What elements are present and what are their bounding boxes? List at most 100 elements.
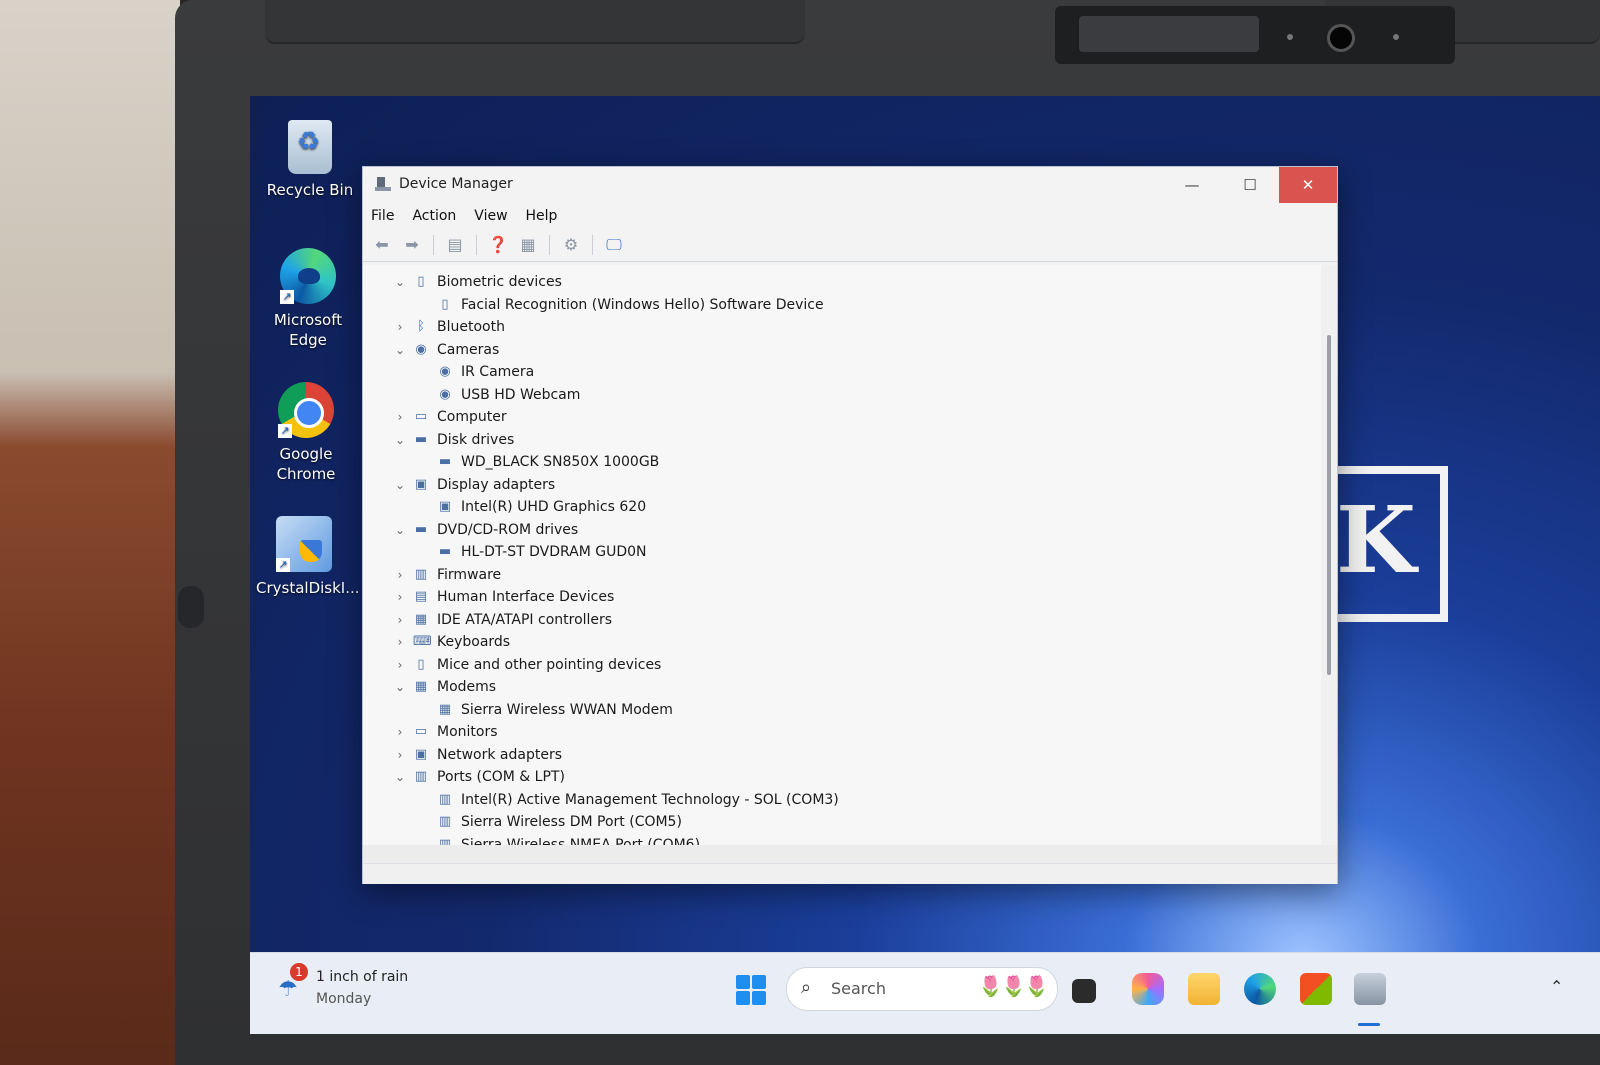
maximize-button[interactable]: ☐: [1221, 167, 1279, 203]
ide-icon: ▦: [414, 611, 428, 627]
tree-label: Intel(R) Active Management Technology - …: [461, 791, 839, 808]
device-manager-icon[interactable]: [1354, 973, 1386, 1005]
tree-device[interactable]: ▬ HL-DT-ST DVDRAM GUD0N: [433, 541, 647, 563]
close-button[interactable]: ✕: [1279, 167, 1337, 203]
biometric-icon: ▯: [417, 274, 425, 289]
store-icon[interactable]: [1300, 973, 1332, 1005]
chevron-down-icon[interactable]: ⌄: [391, 523, 409, 537]
menu-view[interactable]: View: [474, 208, 507, 224]
start-button[interactable]: [736, 975, 766, 1005]
menu-help[interactable]: Help: [526, 208, 558, 224]
weather-badge: 1: [290, 963, 308, 981]
tree-category[interactable]: ⌄ ▬ DVD/CD-ROM drives: [391, 519, 578, 541]
search-box[interactable]: ⌕ Search 🌷🌷🌷: [786, 967, 1058, 1011]
tree-label: Modems: [437, 679, 497, 695]
chevron-right-icon[interactable]: ›: [391, 725, 409, 739]
scrollbar-thumb[interactable]: [1327, 335, 1331, 675]
tulips-icon: 🌷🌷🌷: [978, 974, 1049, 998]
monitor-icon[interactable]: 🖵: [601, 233, 627, 257]
display-adapter-icon: ▣: [414, 476, 428, 492]
tree-device[interactable]: ▥ Sierra Wireless NMEA Port (COM6): [433, 834, 700, 846]
chevron-right-icon[interactable]: ›: [391, 613, 409, 627]
chevron-down-icon[interactable]: ⌄: [391, 433, 409, 447]
windows-logo-icon: [752, 991, 766, 1005]
task-view-icon[interactable]: [1072, 979, 1096, 1003]
tree-device[interactable]: ▥ Sierra Wireless DM Port (COM5): [433, 811, 682, 833]
tree-device[interactable]: ▯ Facial Recognition (Windows Hello) Soft…: [433, 294, 824, 316]
menu-file[interactable]: File: [371, 208, 394, 224]
desktop-icon-recycle-bin[interactable]: Recycle Bin: [262, 120, 358, 200]
disk-icon: ▬: [438, 454, 452, 469]
tree-label: WD_BLACK SN850X 1000GB: [461, 454, 660, 470]
tree-device[interactable]: ▥ Intel(R) Active Management Technology -…: [433, 789, 839, 811]
bezel-latch: [265, 0, 805, 44]
tree-category[interactable]: › ▣ Network adapters: [391, 744, 562, 766]
tree-category[interactable]: › ▦ IDE ATA/ATAPI controllers: [391, 609, 613, 631]
background-room: [0, 0, 180, 1065]
tree-label: Facial Recognition (Windows Hello) Softw…: [461, 296, 824, 313]
tree-category[interactable]: ⌄ ▥ Ports (COM & LPT): [391, 766, 565, 788]
tree-label: Disk drives: [437, 431, 515, 448]
tree-category[interactable]: › ▤ Human Interface Devices: [391, 586, 615, 608]
tree-category[interactable]: › ▯ Mice and other pointing devices: [391, 654, 662, 676]
tree-label: IDE ATA/ATAPI controllers: [437, 611, 613, 628]
edge-icon[interactable]: [1244, 973, 1276, 1005]
tree-category[interactable]: › ⌨ Keyboards: [391, 631, 511, 653]
chevron-down-icon[interactable]: ⌄: [391, 478, 409, 492]
tree-label: DVD/CD-ROM drives: [437, 521, 579, 538]
desktop-icon-edge[interactable]: ↗ Microsoft Edge: [260, 248, 356, 350]
shortcut-arrow-icon: ↗: [278, 424, 292, 438]
tree-category[interactable]: › ▭ Computer: [391, 406, 507, 428]
weather-text[interactable]: 1 inch of rain: [316, 969, 408, 985]
copilot-icon[interactable]: [1132, 973, 1164, 1005]
tree-category[interactable]: ⌄ ▦ Modems: [391, 676, 496, 698]
monitor-icon: ▭: [414, 724, 428, 739]
menu-action[interactable]: Action: [412, 208, 456, 224]
tree-label: HL-DT-ST DVDRAM GUD0N: [461, 544, 647, 560]
help-icon[interactable]: ❓: [485, 233, 511, 257]
weather-day[interactable]: Monday: [316, 991, 371, 1007]
tree-device[interactable]: ◉ USB HD Webcam: [433, 384, 580, 406]
minimize-button[interactable]: —: [1163, 167, 1221, 203]
chevron-right-icon[interactable]: ›: [391, 635, 409, 649]
chevron-down-icon[interactable]: ⌄: [391, 770, 409, 784]
tree-category[interactable]: ⌄ ▬ Disk drives: [391, 429, 514, 451]
chevron-down-icon[interactable]: ⌄: [391, 275, 409, 289]
tree-device[interactable]: ▣ Intel(R) UHD Graphics 620: [433, 496, 646, 518]
chevron-right-icon[interactable]: ›: [391, 410, 409, 424]
tree-category[interactable]: › ᛒ Bluetooth: [391, 316, 505, 338]
chevron-right-icon[interactable]: ›: [391, 568, 409, 582]
tree-category[interactable]: ⌄ ◉ Cameras: [391, 339, 499, 361]
tree-device[interactable]: ◉ IR Camera: [433, 361, 534, 383]
properties-icon[interactable]: ▤: [442, 233, 468, 257]
tree-device[interactable]: ▬ WD_BLACK SN850X 1000GB: [433, 451, 659, 473]
chevron-up-icon[interactable]: ⌃: [1550, 977, 1563, 996]
chevron-down-icon[interactable]: ⌄: [391, 343, 409, 357]
desktop-icon-chrome[interactable]: ↗ Google Chrome: [258, 382, 354, 484]
device-tree[interactable]: ⌄ ▯ Biometric devices ▯ Facial Recognition (…: [363, 265, 1321, 845]
dvd-icon: ▬: [414, 521, 428, 537]
desktop-icon-crystaldiskinfo[interactable]: ↗ CrystalDiskI...: [256, 516, 360, 598]
taskbar: ☂ 1 1 inch of rain Monday ⌕ Search 🌷🌷🌷 ⌃: [250, 952, 1600, 1034]
shortcut-arrow-icon: ↗: [280, 290, 294, 304]
tree-label: Sierra Wireless NMEA Port (COM6): [461, 836, 701, 846]
file-explorer-icon[interactable]: [1188, 973, 1220, 1005]
show-hidden-icon[interactable]: ▦: [515, 233, 541, 257]
vertical-scrollbar[interactable]: [1321, 265, 1337, 845]
chevron-right-icon[interactable]: ›: [391, 658, 409, 672]
scan-hardware-icon[interactable]: ⚙: [558, 233, 584, 257]
forward-arrow-icon[interactable]: ➡: [399, 233, 425, 257]
chevron-right-icon[interactable]: ›: [391, 320, 409, 334]
chevron-right-icon[interactable]: ›: [391, 748, 409, 762]
tree-category[interactable]: › ▥ Firmware: [391, 564, 502, 586]
title-bar[interactable]: Device Manager — ☐ ✕: [363, 167, 1337, 203]
back-arrow-icon[interactable]: ⬅: [369, 233, 395, 257]
tree-category[interactable]: › ▭ Monitors: [391, 721, 498, 743]
tree-category[interactable]: ⌄ ▯ Biometric devices: [391, 271, 562, 293]
camera-icon: ◉: [439, 386, 451, 402]
tree-category[interactable]: ⌄ ▣ Display adapters: [391, 474, 555, 496]
chevron-down-icon[interactable]: ⌄: [391, 680, 409, 694]
chevron-right-icon[interactable]: ›: [391, 590, 409, 604]
tree-device[interactable]: ▦ Sierra Wireless WWAN Modem: [433, 699, 673, 721]
horizontal-scrollbar[interactable]: [363, 845, 1337, 863]
